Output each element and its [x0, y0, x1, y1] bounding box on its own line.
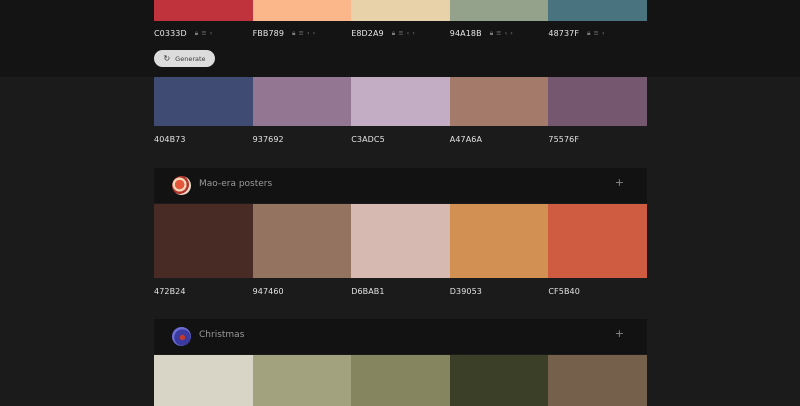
chevron-right-icon[interactable]: › [412, 30, 415, 37]
palette-swatches [154, 355, 647, 406]
generate-button-label: Generate [175, 54, 206, 63]
chevron-left-icon[interactable]: ‹ [602, 30, 605, 37]
lock-icon[interactable]: 🔒︎ [292, 30, 295, 37]
generator-swatch[interactable] [548, 0, 647, 21]
plus-icon[interactable]: + [615, 177, 624, 188]
generator-swatch[interactable] [449, 0, 549, 21]
list-icon[interactable]: ≡ [201, 30, 206, 37]
swatch-hex-label[interactable]: C0333D [154, 29, 187, 38]
swatch-control-group: C0333D 🔒︎ ≡ ‹ [154, 26, 253, 40]
palette-avatar [172, 176, 191, 195]
generator-swatch-controls: C0333D 🔒︎ ≡ ‹ FBB789 🔒︎ ≡ ‹ › E8D2A9 🔒︎ … [154, 26, 647, 40]
palette-header[interactable]: Christmas + [154, 319, 647, 354]
palette-card: 404B73 937692 C3ADC5 A47A6A 75576F [154, 77, 647, 157]
palette-swatch[interactable] [351, 355, 450, 406]
chevron-left-icon[interactable]: ‹ [505, 30, 508, 37]
swatch-hex-label[interactable]: 404B73 [154, 135, 253, 144]
generator-swatches [154, 0, 647, 21]
swatch-hex-label[interactable]: D6BAB1 [351, 287, 450, 296]
generator-bar: C0333D 🔒︎ ≡ ‹ FBB789 🔒︎ ≡ ‹ › E8D2A9 🔒︎ … [0, 0, 800, 77]
palette-swatch[interactable] [154, 204, 253, 278]
generator-swatch[interactable] [154, 0, 253, 21]
palette-swatch[interactable] [548, 355, 647, 406]
palette-swatch[interactable] [548, 77, 647, 126]
palette-header[interactable]: Mao-era posters + [154, 168, 647, 203]
swatch-hex-label[interactable]: 472B24 [154, 287, 253, 296]
palette-swatch[interactable] [252, 77, 352, 126]
list-icon[interactable]: ≡ [398, 30, 403, 37]
palette-swatch[interactable] [252, 204, 352, 278]
generate-button[interactable]: ↻ Generate [154, 50, 215, 67]
chevron-left-icon[interactable]: ‹ [307, 30, 310, 37]
generator-swatch[interactable] [351, 0, 450, 21]
swatch-hex-label[interactable]: 94A18B [450, 29, 482, 38]
palette-hex-labels: 404B73 937692 C3ADC5 A47A6A 75576F [154, 135, 647, 144]
generator-swatch[interactable] [252, 0, 352, 21]
swatch-hex-label[interactable]: 75576F [548, 135, 647, 144]
chevron-left-icon[interactable]: ‹ [210, 30, 213, 37]
chevron-right-icon[interactable]: › [313, 30, 316, 37]
list-icon[interactable]: ≡ [496, 30, 501, 37]
palette-swatch[interactable] [154, 77, 253, 126]
swatch-hex-label[interactable]: 937692 [253, 135, 352, 144]
swatch-hex-label[interactable]: 48737F [548, 29, 579, 38]
palette-swatch[interactable] [351, 77, 450, 126]
palette-hex-labels: 472B24 947460 D6BAB1 D39053 CF5B40 [154, 287, 647, 296]
swatch-hex-label[interactable]: C3ADC5 [351, 135, 450, 144]
palette-title[interactable]: Christmas [199, 330, 244, 340]
swatch-control-group: FBB789 🔒︎ ≡ ‹ › [253, 26, 352, 40]
swatch-hex-label[interactable]: D39053 [450, 287, 549, 296]
swatch-hex-label[interactable]: E8D2A9 [351, 29, 384, 38]
swatch-hex-label[interactable]: A47A6A [450, 135, 549, 144]
list-icon[interactable]: ≡ [594, 30, 599, 37]
palette-swatch[interactable] [154, 355, 253, 406]
plus-icon[interactable]: + [615, 328, 624, 339]
palette-swatch[interactable] [252, 355, 352, 406]
palette-swatch[interactable] [548, 204, 647, 278]
lock-icon[interactable]: 🔒︎ [195, 30, 198, 37]
palette-card: Christmas + [154, 319, 647, 406]
chevron-left-icon[interactable]: ‹ [407, 30, 410, 37]
swatch-control-group: E8D2A9 🔒︎ ≡ ‹ › [351, 26, 450, 40]
swatch-hex-label[interactable]: CF5B40 [548, 287, 647, 296]
lock-icon[interactable]: 🔒︎ [490, 30, 493, 37]
swatch-hex-label[interactable]: FBB789 [253, 29, 284, 38]
palette-swatch[interactable] [449, 77, 549, 126]
chevron-right-icon[interactable]: › [510, 30, 513, 37]
palette-avatar [172, 327, 191, 346]
palette-swatches [154, 204, 647, 278]
palette-swatch[interactable] [351, 204, 450, 278]
palette-title[interactable]: Mao-era posters [199, 179, 272, 189]
palette-swatch[interactable] [449, 355, 549, 406]
palette-swatch[interactable] [449, 204, 549, 278]
swatch-control-group: 94A18B 🔒︎ ≡ ‹ › [450, 26, 549, 40]
refresh-icon: ↻ [163, 54, 171, 63]
swatch-hex-label[interactable]: 947460 [253, 287, 352, 296]
list-icon[interactable]: ≡ [299, 30, 304, 37]
lock-icon[interactable]: 🔒︎ [587, 30, 590, 37]
lock-icon[interactable]: 🔒︎ [392, 30, 395, 37]
palette-swatches [154, 77, 647, 126]
swatch-control-group: 48737F 🔒︎ ≡ ‹ [548, 26, 647, 40]
palette-card: Mao-era posters + 472B24 947460 D6BAB1 D… [154, 168, 647, 298]
